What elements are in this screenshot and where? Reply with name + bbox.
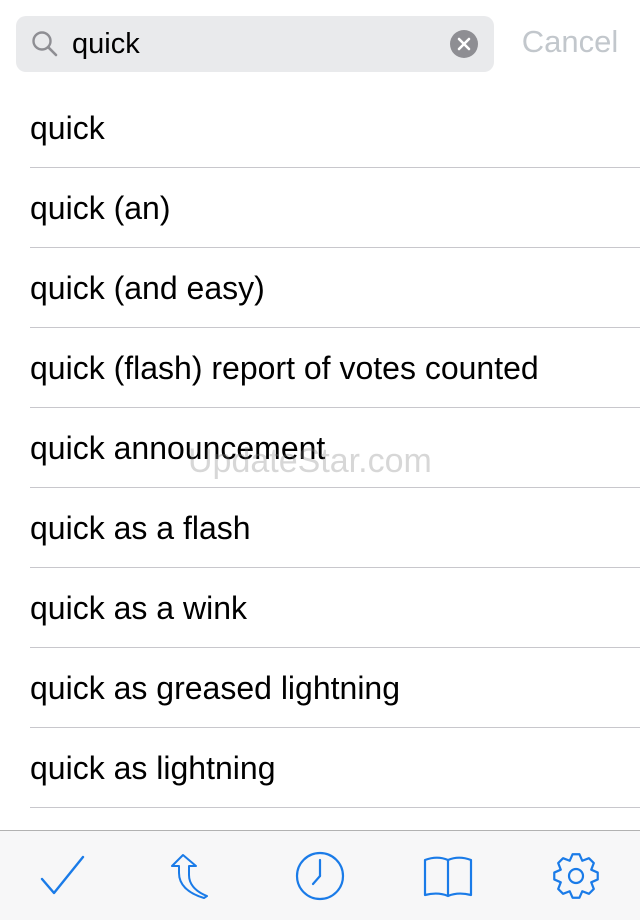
list-item-label: quick (and easy) bbox=[30, 270, 265, 306]
tab-settings[interactable] bbox=[512, 831, 640, 920]
list-item[interactable]: quick as greased lightning bbox=[0, 648, 640, 728]
list-item-label: quick as a wink bbox=[30, 590, 247, 626]
list-item-label: quick (flash) report of votes counted bbox=[30, 350, 539, 386]
list-item-label: quick announcement bbox=[30, 430, 326, 466]
checkmark-icon bbox=[40, 855, 85, 895]
gear-icon bbox=[553, 853, 599, 899]
list-item[interactable]: quick as a flash bbox=[0, 488, 640, 568]
list-item[interactable]: quick as lightning bbox=[0, 728, 640, 808]
tab-bar bbox=[0, 830, 640, 920]
tab-checkmark[interactable] bbox=[0, 831, 128, 920]
tab-share[interactable] bbox=[128, 831, 256, 920]
list-item-label: quick (an) bbox=[30, 190, 171, 226]
book-icon bbox=[423, 856, 473, 898]
list-item-label: quick as lightning bbox=[30, 750, 276, 786]
list-item[interactable]: quick (flash) report of votes counted bbox=[0, 328, 640, 408]
search-field[interactable] bbox=[16, 16, 494, 72]
list-item[interactable]: quick as a wink bbox=[0, 568, 640, 648]
search-icon bbox=[32, 31, 58, 57]
tab-dictionary[interactable] bbox=[384, 831, 512, 920]
list-item[interactable]: quick (an) bbox=[0, 168, 640, 248]
share-arrow-icon bbox=[171, 854, 208, 899]
divider bbox=[30, 807, 640, 808]
list-item-label: quick as greased lightning bbox=[30, 670, 401, 706]
clock-icon bbox=[295, 851, 345, 901]
tab-history[interactable] bbox=[256, 831, 384, 920]
cancel-button[interactable]: Cancel bbox=[508, 16, 632, 68]
search-input[interactable] bbox=[72, 16, 442, 72]
list-item[interactable]: quick bbox=[0, 88, 640, 168]
clear-search-icon[interactable] bbox=[450, 30, 478, 58]
search-bar: Cancel bbox=[0, 0, 640, 88]
list-item[interactable]: quick announcement bbox=[0, 408, 640, 488]
list-item[interactable]: quick (and easy) bbox=[0, 248, 640, 328]
list-item-label: quick bbox=[30, 110, 105, 146]
results-list: quick quick (an) quick (and easy) quick … bbox=[0, 88, 640, 808]
list-item-label: quick as a flash bbox=[30, 510, 251, 546]
